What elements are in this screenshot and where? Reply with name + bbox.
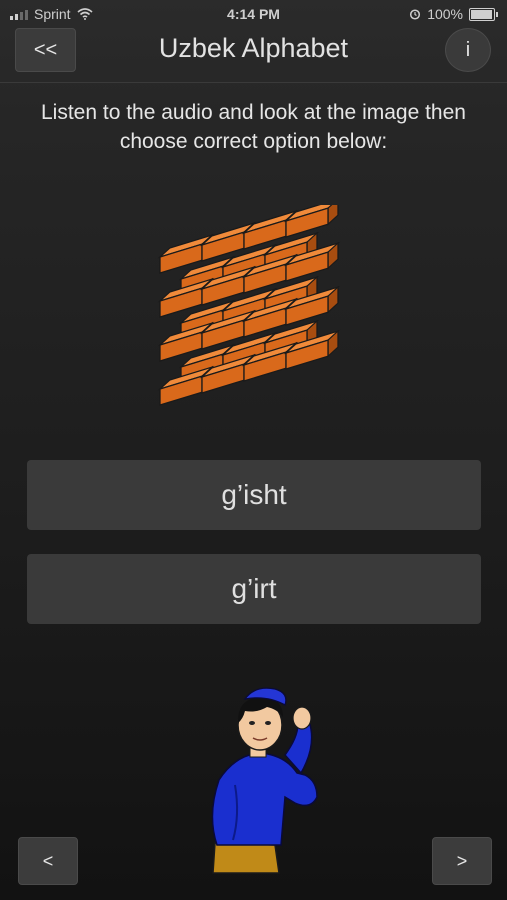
instructions-text: Listen to the audio and look at the imag… bbox=[41, 101, 466, 153]
status-right: 100% bbox=[409, 6, 498, 22]
info-button[interactable]: i bbox=[445, 28, 491, 72]
alarm-icon bbox=[410, 9, 421, 20]
mascot-boy-image bbox=[211, 687, 318, 874]
next-button[interactable]: > bbox=[432, 837, 492, 885]
brick bbox=[285, 205, 339, 238]
previous-button[interactable]: < bbox=[18, 837, 78, 885]
page-title: Uzbek Alphabet bbox=[158, 33, 349, 63]
brick-wall-image bbox=[159, 205, 339, 406]
option-button[interactable]: g’irt bbox=[27, 554, 481, 624]
battery-icon bbox=[469, 7, 498, 21]
battery-fill bbox=[471, 9, 492, 19]
status-bar: Sprint 4:14 PM 100% bbox=[0, 0, 507, 30]
nav-bar: << Uzbek Alphabet i bbox=[0, 28, 507, 83]
option-button[interactable]: g’isht bbox=[27, 460, 481, 530]
battery-percent: 100% bbox=[427, 6, 463, 22]
